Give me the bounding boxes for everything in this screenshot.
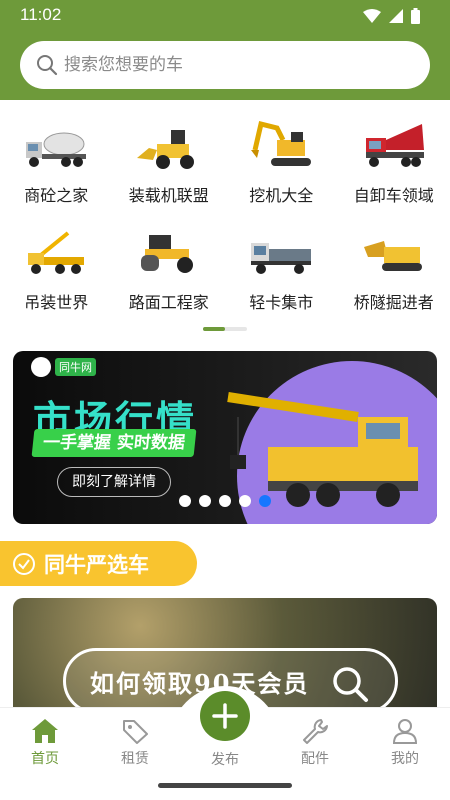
category-label: 商砼之家: [24, 186, 89, 205]
verified-badge-icon: [13, 552, 35, 575]
excavator-icon: [251, 120, 312, 166]
category-label: 吊装世界: [24, 293, 89, 312]
banner-subtitle: 一手掌握 实时数据: [31, 429, 197, 457]
section-title: 同牛严选车: [44, 552, 149, 577]
pagination-dot[interactable]: [219, 495, 231, 507]
section-header: 同牛严选车: [0, 541, 197, 586]
battery-icon: [411, 8, 420, 24]
tunnel-boring-icon: [363, 241, 422, 271]
tab-rent[interactable]: 租赁: [105, 718, 165, 768]
category-label: 装载机联盟: [128, 186, 209, 205]
user-icon: [392, 719, 418, 744]
tab-mine[interactable]: 我的: [375, 718, 435, 768]
category-item-tunnel-boring[interactable]: 桥隧掘进者: [338, 219, 450, 326]
category-label: 自卸车领域: [353, 186, 434, 205]
category-label: 挖机大全: [249, 186, 314, 205]
mixer-truck-icon: [26, 132, 87, 167]
brand-logo: 同牛网: [31, 357, 96, 377]
tab-parts[interactable]: 配件: [285, 718, 345, 768]
app-screen: 11:02 商砼之家: [0, 0, 450, 800]
pagination-dot[interactable]: [199, 495, 211, 507]
tab-label: 租赁: [121, 751, 149, 767]
signal-icon: [389, 9, 403, 23]
pagination-dot[interactable]: [179, 495, 191, 507]
category-item-mixer[interactable]: 商砼之家: [0, 112, 113, 219]
publish-label: 发布: [211, 752, 239, 768]
tab-label: 配件: [301, 751, 329, 767]
wifi-icon: [363, 9, 381, 23]
category-item-crane[interactable]: 吊装世界: [0, 219, 113, 326]
publish-button[interactable]: [200, 691, 250, 741]
search-input[interactable]: [64, 55, 404, 75]
category-page-indicator: [203, 327, 247, 331]
status-time: 11:02: [20, 5, 62, 24]
search-icon: [333, 667, 368, 702]
status-icons: [363, 8, 420, 24]
dump-truck-icon: [365, 124, 424, 167]
promo-banner[interactable]: 同牛网 市场行情 一手掌握 实时数据 即刻了解详情: [13, 351, 437, 524]
pagination-dot[interactable]: [239, 495, 251, 507]
tab-label: 首页: [31, 751, 59, 767]
search-icon: [37, 55, 58, 76]
status-bar: 11:02: [0, 0, 450, 32]
road-roller-icon: [140, 235, 193, 273]
category-item-road-roller[interactable]: 路面工程家: [113, 219, 226, 326]
category-label: 路面工程家: [128, 293, 209, 312]
banner-cta[interactable]: 即刻了解详情: [57, 467, 171, 497]
home-icon: [32, 719, 58, 743]
category-label: 桥隧掘进者: [353, 293, 434, 312]
plus-icon: [212, 703, 238, 729]
logo-mark-icon: [31, 357, 51, 377]
category-item-light-truck[interactable]: 轻卡集市: [225, 219, 338, 326]
tab-label: 我的: [391, 751, 419, 767]
logo-text: 同牛网: [55, 358, 96, 376]
wheel-loader-icon: [136, 130, 194, 169]
search-bar[interactable]: [20, 41, 430, 89]
wrench-icon: [303, 719, 328, 744]
tab-home[interactable]: 首页: [15, 718, 75, 768]
header: 11:02: [0, 0, 450, 100]
category-item-excavator[interactable]: 挖机大全: [225, 112, 338, 219]
pagination-dot-active[interactable]: [259, 495, 271, 507]
light-truck-icon: [251, 243, 312, 274]
category-grid: 商砼之家 装载机联盟 挖机大全 自卸车领域 吊装世界 路面工程家 轻卡集市 桥隧…: [0, 112, 450, 326]
category-label: 轻卡集市: [249, 293, 314, 312]
banner-pagination: [179, 495, 271, 507]
category-item-loader[interactable]: 装载机联盟: [113, 112, 226, 219]
home-indicator: [158, 783, 292, 788]
category-item-dump-truck[interactable]: 自卸车领域: [338, 112, 450, 219]
crane-truck-icon: [28, 231, 85, 274]
price-tag-icon: [123, 720, 148, 744]
